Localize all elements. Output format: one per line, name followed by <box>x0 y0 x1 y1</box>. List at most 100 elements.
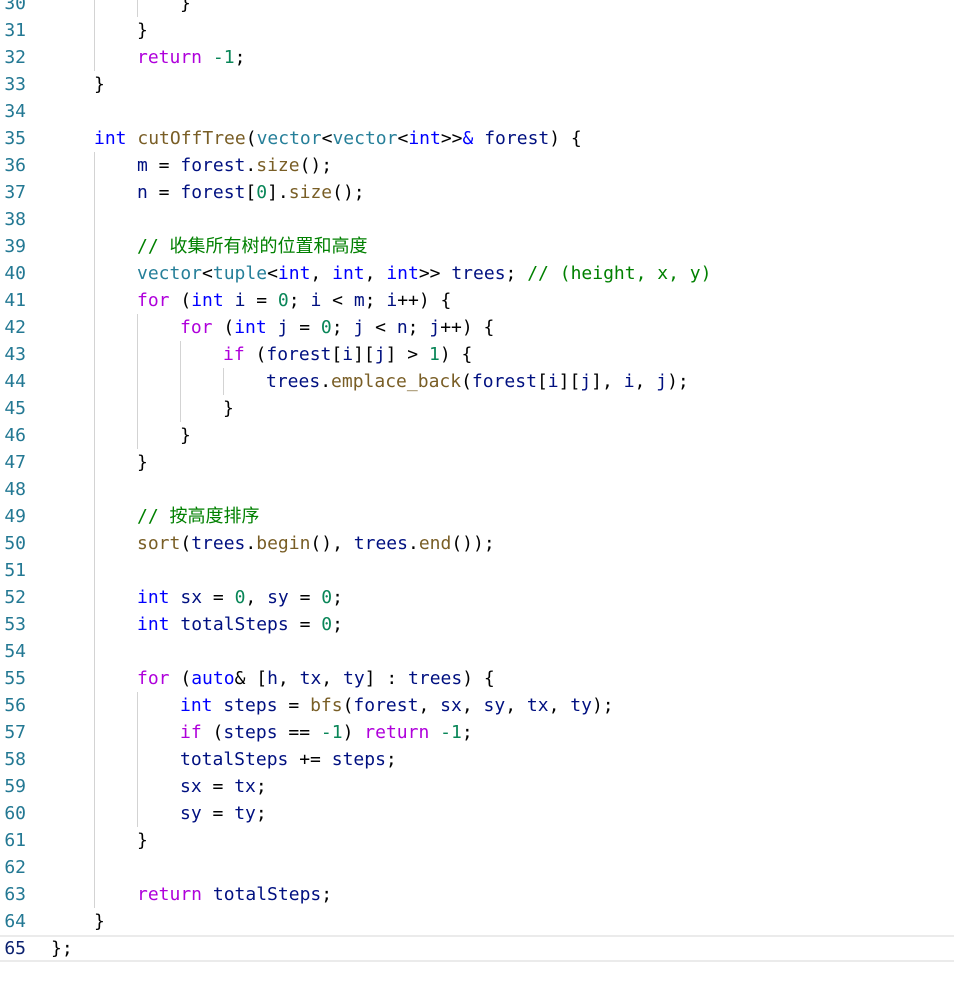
indent-guide <box>94 719 95 746</box>
code-token: vector <box>256 128 322 149</box>
code-token: int <box>191 290 224 311</box>
code-token: forest <box>353 695 419 716</box>
code-text: } <box>137 449 148 476</box>
code-token: sort <box>137 533 181 554</box>
code-token: begin <box>256 533 311 554</box>
code-token: 0 <box>277 290 289 311</box>
code-line[interactable]: 45} <box>0 395 954 422</box>
code-line[interactable]: 61} <box>0 827 954 854</box>
code-line[interactable]: 40 vector<tuple<int, int, int>> trees; //… <box>0 260 954 287</box>
code-line[interactable]: 43 if (forest[i][j] > 1) { <box>0 341 954 368</box>
code-line[interactable]: 50 sort(trees.begin(), trees.end()); <box>0 530 954 557</box>
code-token: forest <box>180 155 246 176</box>
code-line[interactable]: 48 <box>0 476 954 503</box>
code-token: ty <box>570 695 592 716</box>
code-line[interactable]: 46} <box>0 422 954 449</box>
code-token: } <box>94 74 105 95</box>
code-token: // (height, x, y) <box>527 263 712 284</box>
code-line[interactable]: 62 <box>0 854 954 881</box>
line-number: 64 <box>4 911 26 932</box>
code-line[interactable]: 38 <box>0 206 954 233</box>
code-token: ( <box>169 290 192 311</box>
code-token: j <box>429 317 441 338</box>
code-token: trees <box>353 533 408 554</box>
indent-guide <box>94 287 95 314</box>
code-line[interactable]: 51 <box>0 557 954 584</box>
line-number: 38 <box>4 209 26 230</box>
code-line[interactable]: 49 // 按高度排序 <box>0 503 954 530</box>
code-line[interactable]: 57 if (steps == -1) return -1; <box>0 719 954 746</box>
code-line[interactable]: 33} <box>0 71 954 98</box>
code-token: ] : <box>364 668 409 689</box>
code-line[interactable]: 39 // 收集所有树的位置和高度 <box>0 233 954 260</box>
code-token: tx <box>299 668 322 689</box>
indent-guide <box>94 368 95 395</box>
code-line[interactable]: 34 <box>0 98 954 125</box>
code-line[interactable]: 44 trees.emplace_back(forest[i][j], i, j)… <box>0 368 954 395</box>
code-line[interactable]: 36 m = forest.size(); <box>0 152 954 179</box>
code-text: return -1; <box>137 44 245 71</box>
code-text: for (int j = 0; j < n; j++) { <box>180 314 494 341</box>
line-number: 49 <box>4 506 26 527</box>
code-text: vector<tuple<int, int, int>> trees; // (… <box>137 260 711 287</box>
code-line[interactable]: 41 for (int i = 0; i < m; i++) { <box>0 287 954 314</box>
code-line[interactable]: 64} <box>0 908 954 935</box>
code-token: steps <box>223 695 278 716</box>
code-line[interactable]: 56 int steps = bfs(forest, sx, sy, tx, ty… <box>0 692 954 719</box>
code-text: } <box>137 827 148 854</box>
code-line[interactable]: 42 for (int j = 0; j < n; j++) { <box>0 314 954 341</box>
code-line[interactable]: 37 n = forest[0].size(); <box>0 179 954 206</box>
code-token: i <box>386 290 398 311</box>
code-token: -1 <box>440 722 462 743</box>
code-line[interactable]: 60 sy = ty; <box>0 800 954 827</box>
code-token: -1 <box>212 47 235 68</box>
code-token: ( <box>169 668 192 689</box>
code-token: ( <box>212 317 235 338</box>
code-token: } <box>180 425 191 446</box>
code-line[interactable]: 30} <box>0 0 954 17</box>
indent-guide <box>94 17 95 44</box>
code-line[interactable]: 31} <box>0 17 954 44</box>
code-editor[interactable]: 30} 31} 32 return -1; 33} 34 35 int cutOffTree(… <box>0 0 954 990</box>
code-token: ); <box>667 371 689 392</box>
code-token: ( <box>180 533 192 554</box>
indent-guide <box>94 44 95 71</box>
code-token: int <box>137 587 170 608</box>
code-token: . <box>245 533 257 554</box>
code-line[interactable]: 63 return totalSteps; <box>0 881 954 908</box>
code-line[interactable]: 52 int sx = 0, sy = 0; <box>0 584 954 611</box>
code-line[interactable]: 54 <box>0 638 954 665</box>
indent-guide <box>94 692 95 719</box>
code-text: }; <box>51 937 73 960</box>
code-line[interactable]: 55 for (auto& [h, tx, ty] : trees) { <box>0 665 954 692</box>
code-token: j <box>580 371 592 392</box>
code-line[interactable]: 59 sx = tx; <box>0 773 954 800</box>
code-token: steps <box>223 722 278 743</box>
code-line[interactable]: 53 int totalSteps = 0; <box>0 611 954 638</box>
code-token: ) { <box>549 128 582 149</box>
code-token: int <box>137 614 170 635</box>
code-token: ty <box>234 803 256 824</box>
indent-guide <box>94 746 95 773</box>
code-token: ; <box>321 884 333 905</box>
code-token: tuple <box>212 263 268 284</box>
code-line[interactable]: 35 int cutOffTree(vector<vector<int>>& fo… <box>0 125 954 152</box>
line-number: 53 <box>4 614 26 635</box>
line-number: 45 <box>4 398 26 419</box>
code-line[interactable]: 32 return -1; <box>0 44 954 71</box>
code-line[interactable]: 65}; <box>0 935 954 962</box>
code-line[interactable]: 58 totalSteps += steps; <box>0 746 954 773</box>
code-line[interactable]: 47} <box>0 449 954 476</box>
code-token: sx <box>440 695 462 716</box>
code-text: sy = ty; <box>180 800 267 827</box>
code-token: ()); <box>451 533 495 554</box>
line-number: 65 <box>4 938 26 959</box>
code-token: [ <box>536 371 548 392</box>
line-number: 54 <box>4 641 26 662</box>
indent-guide <box>94 0 95 17</box>
code-text: int totalSteps = 0; <box>137 611 343 638</box>
code-token: ( <box>244 344 267 365</box>
line-number: 41 <box>4 290 26 311</box>
code-text: } <box>180 422 191 449</box>
